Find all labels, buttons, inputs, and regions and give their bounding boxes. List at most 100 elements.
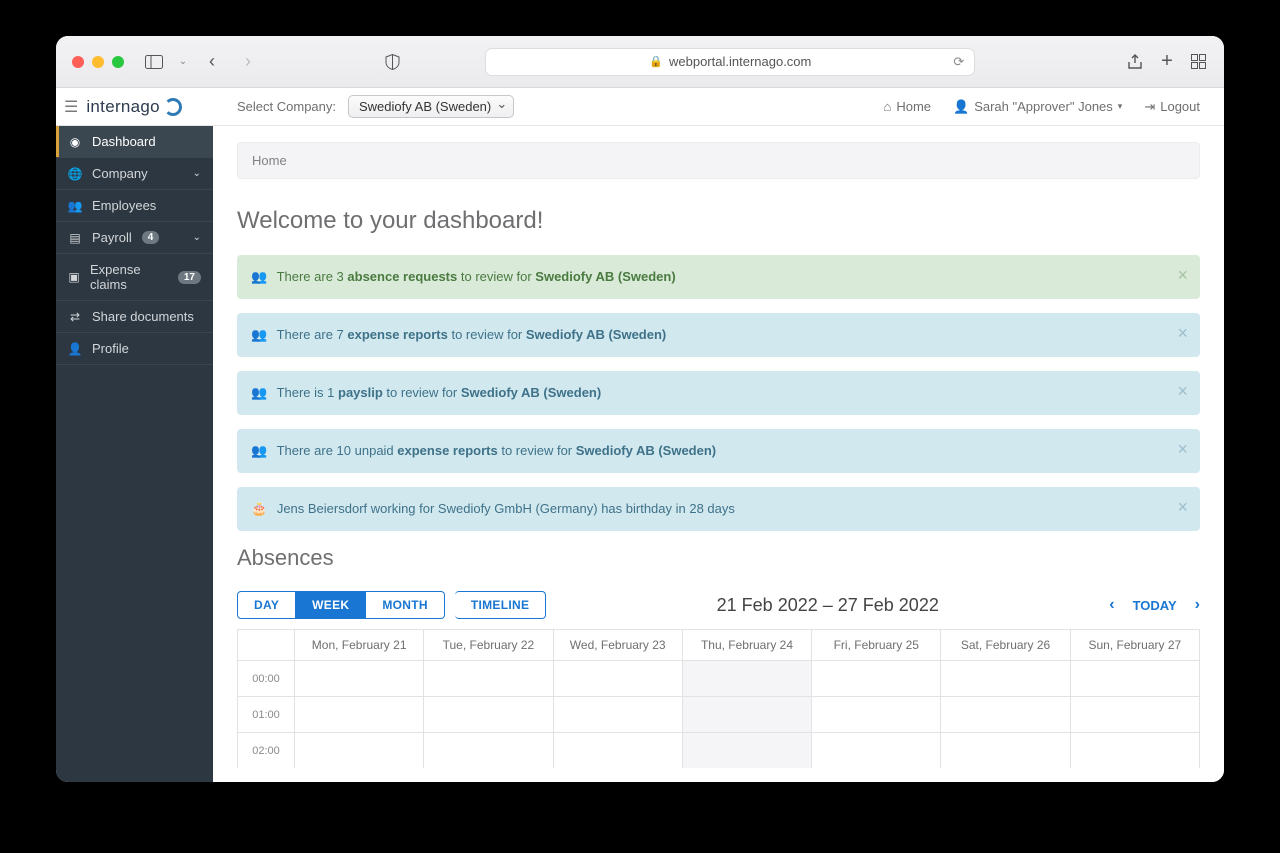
alert-absence-requests[interactable]: 👥 There are 3 absence requests to review… [237,255,1200,299]
view-month-button[interactable]: MONTH [366,591,445,619]
share-icon[interactable] [1126,50,1144,73]
alert-unpaid-expense-reports[interactable]: 👥 There are 10 unpaid expense reports to… [237,429,1200,473]
home-label: Home [896,99,931,114]
user-menu[interactable]: 👤 Sarah "Approver" Jones ▾ [953,99,1122,115]
home-link[interactable]: ⌂ Home [883,99,931,114]
calendar-cell[interactable] [1070,733,1199,768]
calendar-cell[interactable] [682,661,811,696]
sidebar-header: ☰ internago [56,88,213,126]
day-header: Sun, February 27 [1070,630,1199,660]
logout-link[interactable]: ⇥ Logout [1144,99,1200,115]
calendar-cell[interactable] [423,661,552,696]
calendar-cell[interactable] [940,697,1069,732]
calendar-cell[interactable] [940,733,1069,768]
close-icon[interactable]: × [1177,439,1188,460]
prev-week-button[interactable]: ‹ [1109,596,1114,614]
calendar-cell[interactable] [294,697,423,732]
url-text: webportal.internago.com [669,54,811,69]
alert-expense-reports[interactable]: 👥 There are 7 expense reports to review … [237,313,1200,357]
content: Home Welcome to your dashboard! 👥 There … [213,126,1224,782]
alert-text-mid: to review for [383,385,461,400]
users-icon: 👥 [251,385,267,400]
calendar-cell[interactable] [1070,697,1199,732]
calendar-cell[interactable] [682,697,811,732]
select-company-label: Select Company: [237,99,336,114]
alert-text-pre: There is 1 [277,385,338,400]
calendar-range: 21 Feb 2022 – 27 Feb 2022 [546,595,1109,616]
logo-swirl-icon [164,98,182,116]
alert-text-company: Swediofy AB (Sweden) [576,443,716,458]
alert-text-bold: payslip [338,385,383,400]
sidebar-item-label: Company [92,166,148,181]
view-day-button[interactable]: DAY [237,591,296,619]
sidebar-item-expense-claims[interactable]: ▣ Expense claims 17 [56,254,213,301]
chevron-down-icon[interactable]: ⌄ [176,48,190,76]
view-timeline-button[interactable]: TIMELINE [455,591,546,619]
close-window-button[interactable] [72,56,84,68]
app-root: ☰ internago ◉ Dashboard 🌐 Company ⌄ 👥 Em… [56,88,1224,782]
sidebar-item-payroll[interactable]: ▤ Payroll 4 ⌄ [56,222,213,254]
minimize-window-button[interactable] [92,56,104,68]
sidebar-item-share-documents[interactable]: ⇄ Share documents [56,301,213,333]
users-icon: 👥 [251,269,267,284]
payroll-icon: ▤ [68,231,82,245]
view-group: DAY WEEK MONTH TIMELINE [237,591,546,619]
tabs-grid-icon[interactable] [1190,50,1208,73]
sidebar-item-employees[interactable]: 👥 Employees [56,190,213,222]
calendar-cell[interactable] [1070,661,1199,696]
alert-text-mid: to review for [457,269,535,284]
address-bar[interactable]: 🔒 webportal.internago.com ⟳ [485,48,975,76]
chevron-down-icon: ⌄ [193,232,201,243]
close-icon[interactable]: × [1177,323,1188,344]
hamburger-icon[interactable]: ☰ [64,97,78,117]
payroll-badge: 4 [142,231,160,244]
alert-text-company: Swediofy AB (Sweden) [461,385,601,400]
close-icon[interactable]: × [1177,381,1188,402]
sidebar-item-dashboard[interactable]: ◉ Dashboard [56,126,213,158]
calendar-cell[interactable] [423,733,552,768]
forward-button: › [234,48,262,76]
calendar-cell[interactable] [811,697,940,732]
maximize-window-button[interactable] [112,56,124,68]
alert-text-company: Swediofy AB (Sweden) [535,269,675,284]
sidebar-item-profile[interactable]: 👤 Profile [56,333,213,365]
sidebar: ☰ internago ◉ Dashboard 🌐 Company ⌄ 👥 Em… [56,88,213,782]
calendar-cell[interactable] [811,733,940,768]
next-week-button[interactable]: › [1195,596,1200,614]
calendar-row: 00:00 [238,660,1199,696]
dashboard-icon: ◉ [68,135,82,149]
calendar-cell[interactable] [294,661,423,696]
calendar-cell[interactable] [682,733,811,768]
calendar-cell[interactable] [553,733,682,768]
sidebar-toggle-icon[interactable] [140,48,168,76]
shield-icon[interactable] [378,48,406,76]
calendar-cell[interactable] [553,661,682,696]
close-icon[interactable]: × [1177,265,1188,286]
sidebar-item-label: Profile [92,341,129,356]
alert-text-mid: to review for [448,327,526,342]
logo[interactable]: internago [86,97,182,117]
sidebar-item-company[interactable]: 🌐 Company ⌄ [56,158,213,190]
close-icon[interactable]: × [1177,497,1188,518]
exchange-icon: ⇄ [68,310,82,324]
alert-payslip[interactable]: 👥 There is 1 payslip to review for Swedi… [237,371,1200,415]
today-button[interactable]: TODAY [1133,598,1177,613]
back-button[interactable]: ‹ [198,48,226,76]
calendar-cell[interactable] [811,661,940,696]
company-select[interactable]: Swediofy AB (Sweden) [348,95,514,118]
caret-down-icon: ▾ [1118,101,1123,112]
view-week-button[interactable]: WEEK [296,591,366,619]
alert-birthday[interactable]: 🎂 Jens Beiersdorf working for Swediofy G… [237,487,1200,531]
new-tab-icon[interactable]: + [1158,50,1176,73]
users-icon: 👥 [251,443,267,458]
browser-window: ⌄ ‹ › 🔒 webportal.internago.com ⟳ + ☰ [56,36,1224,782]
calendar-cell[interactable] [294,733,423,768]
day-header: Sat, February 26 [940,630,1069,660]
calendar-cell[interactable] [423,697,552,732]
reload-icon[interactable]: ⟳ [953,54,964,70]
alert-text-bold: expense reports [347,327,447,342]
calendar-cell[interactable] [553,697,682,732]
calendar-cell[interactable] [940,661,1069,696]
cake-icon: 🎂 [251,501,267,516]
home-icon: ⌂ [883,99,891,114]
